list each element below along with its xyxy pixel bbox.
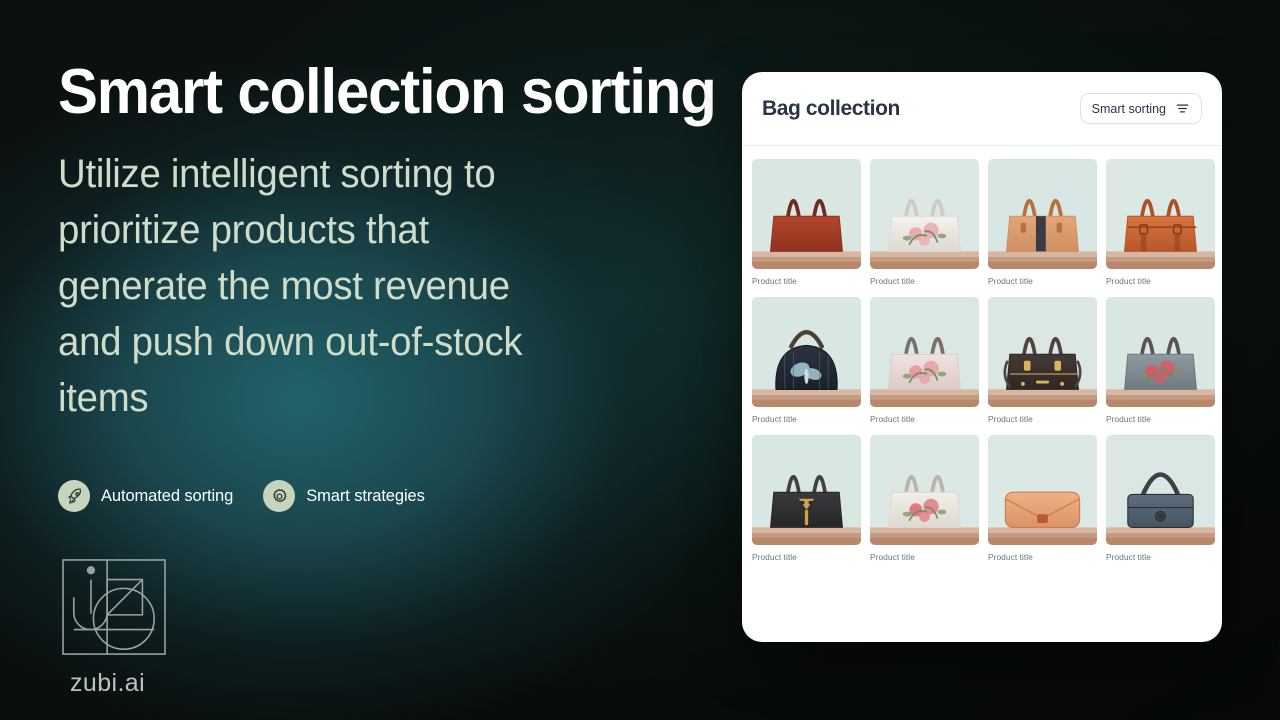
- charcoal-gold-bag-image[interactable]: [752, 435, 861, 545]
- product-card[interactable]: Product title: [752, 297, 861, 424]
- product-card[interactable]: Product title: [988, 297, 1097, 424]
- hero-panel: Smart collection sorting Utilize intelli…: [58, 57, 728, 697]
- grey-rose-bag-image[interactable]: [1106, 297, 1215, 407]
- product-title: Product title: [988, 552, 1033, 562]
- slate-blue-handbag-image[interactable]: [1106, 435, 1215, 545]
- rocket-icon: [58, 480, 90, 512]
- brand-wordmark: zubi.ai: [70, 669, 146, 697]
- brand-logo: zubi.ai: [60, 558, 220, 698]
- dark-brown-satchel-image[interactable]: [988, 297, 1097, 407]
- navy-butterfly-bag-image[interactable]: [752, 297, 861, 407]
- feature-badge-smart-strategies: Smart strategies: [263, 480, 425, 512]
- collection-card: Bag collection Smart sorting Product tit…: [742, 72, 1222, 642]
- filter-sort-icon: [1176, 104, 1189, 113]
- rust-tote-bag-image[interactable]: [752, 159, 861, 269]
- product-title: Product title: [988, 414, 1033, 424]
- product-card[interactable]: Product title: [988, 435, 1097, 562]
- peach-envelope-clutch-image[interactable]: [988, 435, 1097, 545]
- product-card[interactable]: Product title: [870, 435, 979, 562]
- feature-badge-label: Automated sorting: [101, 486, 234, 505]
- product-card[interactable]: Product title: [752, 159, 861, 286]
- feature-badge-list: Automated sorting Smart strategies: [58, 480, 425, 512]
- product-card[interactable]: Product title: [870, 159, 979, 286]
- orange-buckle-satchel-image[interactable]: [1106, 159, 1215, 269]
- product-card[interactable]: Product title: [752, 435, 861, 562]
- page-subtitle: Utilize intelligent sorting to prioritiz…: [58, 152, 523, 421]
- tan-striped-bag-image[interactable]: [988, 159, 1097, 269]
- smart-sorting-label: Smart sorting: [1091, 101, 1166, 116]
- product-title: Product title: [1106, 414, 1151, 424]
- gear-icon: [263, 480, 296, 512]
- product-card[interactable]: Product title: [1106, 297, 1215, 424]
- product-card[interactable]: Product title: [1106, 435, 1215, 562]
- collection-title: Bag collection: [762, 96, 900, 120]
- product-grid: Product title Product title Product titl…: [742, 146, 1222, 562]
- product-title: Product title: [870, 552, 915, 562]
- product-title: Product title: [870, 414, 915, 424]
- product-title: Product title: [988, 276, 1033, 286]
- smart-sorting-button[interactable]: Smart sorting: [1079, 93, 1202, 124]
- page-title: Smart collection sorting: [58, 57, 717, 127]
- product-title: Product title: [870, 276, 915, 286]
- white-floral-bag-image[interactable]: [870, 159, 979, 269]
- feature-badge-automated-sorting: Automated sorting: [58, 480, 233, 512]
- feature-badge-label: Smart strategies: [306, 486, 425, 505]
- product-title: Product title: [752, 276, 797, 286]
- product-title: Product title: [752, 414, 797, 424]
- product-title: Product title: [1106, 276, 1151, 286]
- cream-rose-bag-image[interactable]: [870, 435, 979, 545]
- product-title: Product title: [1106, 552, 1151, 562]
- card-header: Bag collection Smart sorting: [742, 72, 1222, 146]
- product-card[interactable]: Product title: [988, 159, 1097, 286]
- product-title: Product title: [752, 552, 797, 562]
- zubi-monogram-icon: [62, 559, 166, 655]
- product-card[interactable]: Product title: [1106, 159, 1215, 286]
- pink-floral-satchel-image[interactable]: [870, 297, 979, 407]
- product-card[interactable]: Product title: [870, 297, 979, 424]
